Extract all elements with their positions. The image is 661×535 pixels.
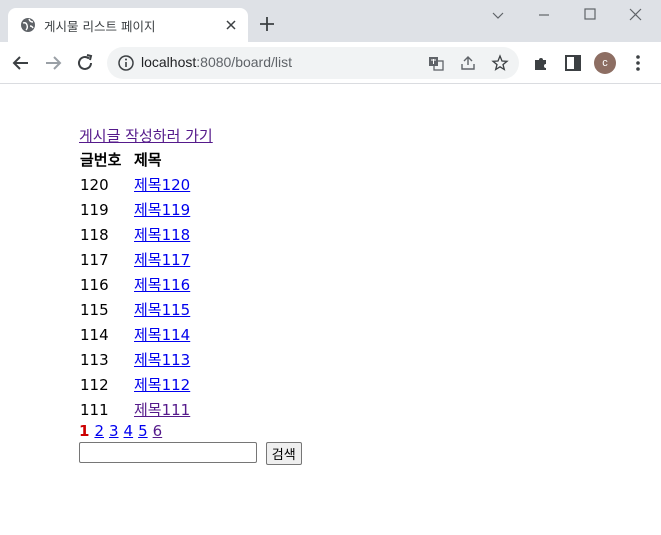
post-number: 112 (80, 376, 109, 394)
back-arrow-icon[interactable] (10, 52, 32, 74)
post-title-link[interactable]: 제목112 (134, 376, 190, 394)
post-title-cell: 제목117 (133, 249, 191, 272)
url-host: localhost (141, 54, 197, 70)
close-window-icon[interactable] (626, 5, 646, 25)
search-button[interactable]: 검색 (265, 442, 302, 465)
address-bar[interactable]: localhost:8080/board/list (107, 47, 519, 79)
table-row: 113 제목113 (79, 349, 191, 372)
tab-strip: 게시물 리스트 페이지 (0, 0, 661, 42)
table-row: 115 제목115 (79, 299, 191, 322)
post-title-link[interactable]: 제목117 (134, 251, 190, 269)
write-post-link[interactable]: 게시글 작성하러 가기 (79, 126, 302, 147)
current-page-number: 1 (79, 422, 90, 440)
post-number: 115 (80, 301, 109, 319)
table-row: 119 제목119 (79, 199, 191, 222)
table-row: 111 제목111 (79, 399, 191, 422)
page-link[interactable]: 4 (124, 422, 134, 440)
post-title-link[interactable]: 제목116 (134, 276, 190, 294)
table-row: 114 제목114 (79, 324, 191, 347)
post-number: 114 (80, 326, 109, 344)
share-icon[interactable] (459, 54, 477, 72)
page-link[interactable]: 5 (138, 422, 148, 440)
table-header-row: 글번호 제목 (79, 149, 191, 172)
post-number: 118 (80, 226, 109, 244)
header-post-number: 글번호 (80, 151, 122, 169)
post-title-link[interactable]: 제목113 (134, 351, 190, 369)
page-link[interactable]: 3 (109, 422, 119, 440)
translate-icon[interactable] (427, 54, 445, 72)
post-number: 116 (80, 276, 109, 294)
profile-avatar[interactable]: c (594, 52, 616, 74)
url-path: :8080/board/list (196, 54, 292, 70)
post-number: 111 (80, 401, 109, 419)
minimize-icon[interactable] (534, 5, 554, 25)
board-table: 글번호 제목 120 제목120 119 제목119 118 제목118 117 제목117 1… (77, 147, 193, 424)
post-title-cell: 제목120 (133, 174, 191, 197)
post-title-cell: 제목115 (133, 299, 191, 322)
post-number: 113 (80, 351, 109, 369)
post-number: 119 (80, 201, 109, 219)
post-title-link[interactable]: 제목118 (134, 226, 190, 244)
bookmark-star-icon[interactable] (491, 54, 509, 72)
site-info-icon[interactable] (117, 54, 135, 72)
pagination: 123456 (79, 422, 302, 442)
page-link[interactable]: 2 (94, 422, 104, 440)
kebab-menu-icon[interactable] (627, 52, 649, 74)
tab-search-icon[interactable] (488, 5, 508, 25)
reload-icon[interactable] (74, 52, 96, 74)
board-list-page: 게시글 작성하러 가기 글번호 제목 120 제목120 119 제목119 118 제목… (79, 126, 302, 466)
post-title-cell: 제목111 (133, 399, 191, 422)
table-row: 112 제목112 (79, 374, 191, 397)
close-tab-icon[interactable] (222, 16, 240, 34)
post-number: 117 (80, 251, 109, 269)
post-title-cell: 제목118 (133, 224, 191, 247)
post-title-link[interactable]: 제목114 (134, 326, 190, 344)
extensions-puzzle-icon[interactable] (530, 52, 552, 74)
new-tab-icon[interactable] (258, 15, 276, 33)
post-title-cell: 제목119 (133, 199, 191, 222)
url-text[interactable]: localhost:8080/board/list (141, 54, 292, 70)
table-row: 116 제목116 (79, 274, 191, 297)
post-title-cell: 제목113 (133, 349, 191, 372)
page-link[interactable]: 6 (153, 422, 163, 440)
post-title-cell: 제목114 (133, 324, 191, 347)
maximize-icon[interactable] (580, 5, 600, 25)
side-panel-icon[interactable] (562, 52, 584, 74)
globe-icon (20, 17, 36, 33)
table-row: 118 제목118 (79, 224, 191, 247)
post-title-link[interactable]: 제목115 (134, 301, 190, 319)
post-title-cell: 제목116 (133, 274, 191, 297)
post-title-cell: 제목112 (133, 374, 191, 397)
search-input[interactable] (79, 442, 257, 463)
post-title-link[interactable]: 제목120 (134, 176, 190, 194)
forward-arrow-icon[interactable] (42, 52, 64, 74)
post-title-link[interactable]: 제목119 (134, 201, 190, 219)
search-form: 검색 (79, 442, 302, 466)
header-title: 제목 (134, 151, 162, 169)
browser-toolbar: localhost:8080/board/list (0, 42, 661, 84)
table-row: 120 제목120 (79, 174, 191, 197)
table-row: 117 제목117 (79, 249, 191, 272)
tab-title: 게시물 리스트 페이지 (44, 19, 156, 34)
post-number: 120 (80, 176, 109, 194)
browser-tab[interactable]: 게시물 리스트 페이지 (8, 8, 248, 42)
post-title-link[interactable]: 제목111 (134, 401, 190, 419)
